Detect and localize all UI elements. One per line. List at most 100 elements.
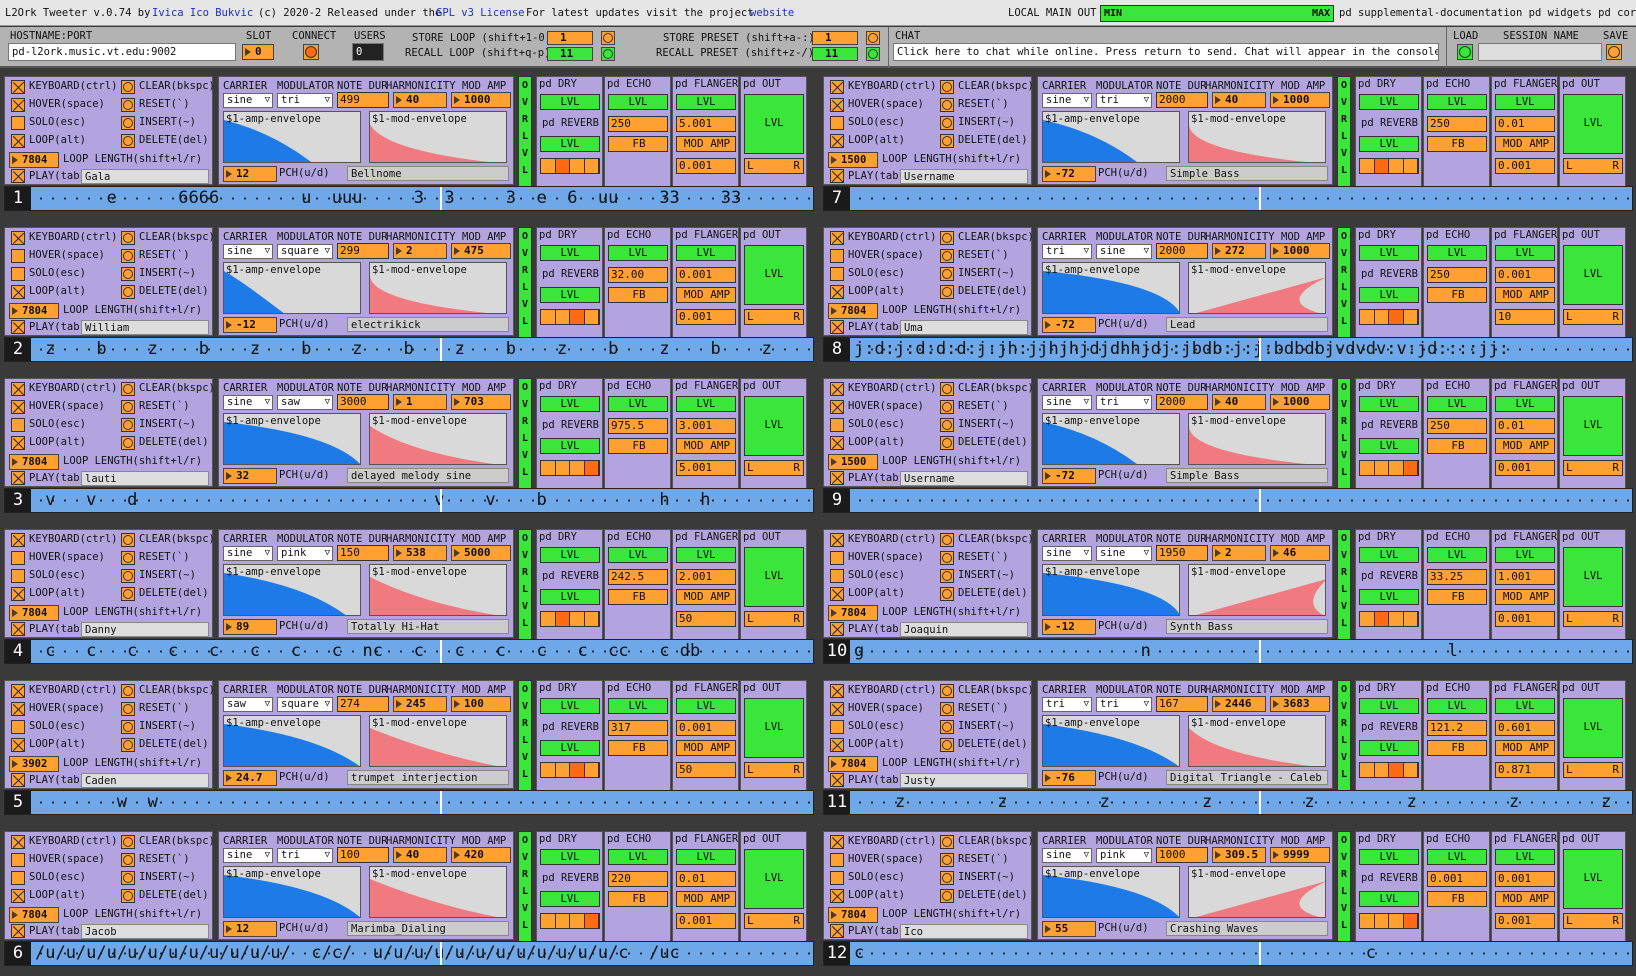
echo-time-number[interactable]: 975.5 [608,418,668,434]
mod-envelope[interactable]: $1-mod-envelope [1188,413,1326,465]
modulator-select[interactable]: pink [277,546,333,561]
dry-level[interactable]: LVL [1359,849,1419,865]
flanger-rate-number[interactable]: 0.001 [1495,267,1555,283]
store-preset-button[interactable] [866,31,880,45]
carrier-select[interactable]: sine [1042,93,1092,108]
flanger-out-number[interactable]: 10 [1495,309,1555,325]
harmonicity-number[interactable]: 40 [1212,394,1266,410]
loop-length-number[interactable]: 7804 [9,907,59,923]
reverb-level[interactable]: LVL [1359,287,1419,303]
delete-button[interactable] [121,134,135,148]
out-level[interactable]: LVL [1563,849,1623,909]
flanger-level[interactable]: LVL [676,849,736,865]
ovr-lvl-slider[interactable]: OVRLVL [518,529,532,656]
ovr-lvl-slider[interactable]: OVRLVL [518,831,532,958]
sequencer-row[interactable]: 10 g n l m [823,639,1633,664]
delete-button[interactable] [121,889,135,903]
delete-button[interactable] [121,285,135,299]
pan-slider[interactable]: LR [1563,611,1623,627]
flanger-out-number[interactable]: 0.001 [1495,158,1555,174]
note-dur-number[interactable]: 150 [337,545,389,561]
dry-level[interactable]: LVL [1359,94,1419,110]
mod-envelope[interactable]: $1-mod-envelope [369,111,507,163]
sequencer-row[interactable]: 3 v v d v v b h h j < [4,488,814,513]
toggle-solo[interactable] [830,116,844,130]
insert-button[interactable] [940,720,954,734]
reverb-title[interactable]: pd REVERB [1359,116,1419,132]
toggle-play[interactable] [830,169,844,183]
toggle-play[interactable] [830,471,844,485]
ovr-lvl-slider[interactable]: OVRLVL [518,378,532,505]
reverb-selector[interactable] [540,611,600,627]
carrier-select[interactable]: sine [1042,395,1092,410]
harmonicity-number[interactable]: 40 [393,847,447,863]
dry-level[interactable]: LVL [540,396,600,412]
reverb-level[interactable]: LVL [540,287,600,303]
echo-level[interactable]: LVL [608,547,668,563]
amp-envelope[interactable]: $1-amp-envelope [223,262,361,314]
insert-button[interactable] [121,720,135,734]
carrier-select[interactable]: sine [223,93,273,108]
toggle-solo[interactable] [830,871,844,885]
loop-length-number[interactable]: 7804 [828,756,878,772]
flanger-mod-amp[interactable]: MOD AMP [1495,891,1555,907]
flanger-level[interactable]: LVL [676,698,736,714]
echo-feedback[interactable]: FB [608,589,668,605]
flanger-rate-number[interactable]: 0.01 [1495,418,1555,434]
reverb-title[interactable]: pd REVERB [540,720,600,736]
carrier-select[interactable]: tri [1042,244,1092,259]
clear-button[interactable] [940,835,954,849]
pitch-number[interactable]: 12 [223,166,277,182]
amp-envelope[interactable]: $1-amp-envelope [223,715,361,767]
pan-slider[interactable]: LR [1563,762,1623,778]
toggle-keyboard[interactable] [11,382,25,396]
mod-amp-number[interactable]: 420 [451,847,511,863]
dry-level[interactable]: LVL [1359,245,1419,261]
flanger-rate-number[interactable]: 0.001 [1495,871,1555,887]
flanger-out-number[interactable]: 50 [676,611,736,627]
toggle-hover[interactable] [830,551,844,565]
modulator-select[interactable]: tri [1096,395,1152,410]
pitch-number[interactable]: -72 [1042,468,1096,484]
delete-button[interactable] [121,587,135,601]
preset-name[interactable]: Bellnome [347,166,509,181]
sequencer-row[interactable]: 12 c c [823,941,1633,966]
dry-level[interactable]: LVL [1359,698,1419,714]
mod-envelope[interactable]: $1-mod-envelope [1188,111,1326,163]
loop-length-number[interactable]: 7804 [9,605,59,621]
pitch-number[interactable]: -12 [1042,619,1096,635]
echo-feedback[interactable]: FB [608,136,668,152]
reverb-selector[interactable] [540,309,600,325]
mod-envelope[interactable]: $1-mod-envelope [369,262,507,314]
pitch-number[interactable]: 55 [1042,921,1096,937]
echo-time-number[interactable]: 220 [608,871,668,887]
mod-amp-number[interactable]: 100 [451,696,511,712]
toggle-play[interactable] [830,320,844,334]
echo-time-number[interactable]: 242.5 [608,569,668,585]
toggle-keyboard[interactable] [11,533,25,547]
delete-button[interactable] [121,436,135,450]
flanger-rate-number[interactable]: 3.001 [676,418,736,434]
preset-name[interactable]: electrikick [347,317,509,332]
loop-length-number[interactable]: 7804 [9,152,59,168]
clear-button[interactable] [940,80,954,94]
flanger-level[interactable]: LVL [1495,698,1555,714]
echo-feedback[interactable]: FB [608,891,668,907]
note-dur-number[interactable]: 274 [337,696,389,712]
preset-name[interactable]: trumpet interjection [347,770,509,785]
mod-envelope[interactable]: $1-mod-envelope [1188,262,1326,314]
pitch-number[interactable]: 24.7 [223,770,277,786]
note-dur-number[interactable]: 100 [337,847,389,863]
delete-button[interactable] [940,889,954,903]
toggle-hover[interactable] [11,98,25,112]
echo-level[interactable]: LVL [608,698,668,714]
harmonicity-number[interactable]: 40 [1212,92,1266,108]
echo-time-number[interactable]: 250 [608,116,668,132]
dry-level[interactable]: LVL [540,698,600,714]
delete-button[interactable] [940,436,954,450]
toggle-loop[interactable] [11,587,25,601]
instrument-user-name[interactable]: lauti [81,471,209,486]
echo-level[interactable]: LVL [1427,396,1487,412]
preset-name[interactable]: Digital Triangle - Caleb [1166,770,1328,785]
mod-envelope[interactable]: $1-mod-envelope [369,564,507,616]
